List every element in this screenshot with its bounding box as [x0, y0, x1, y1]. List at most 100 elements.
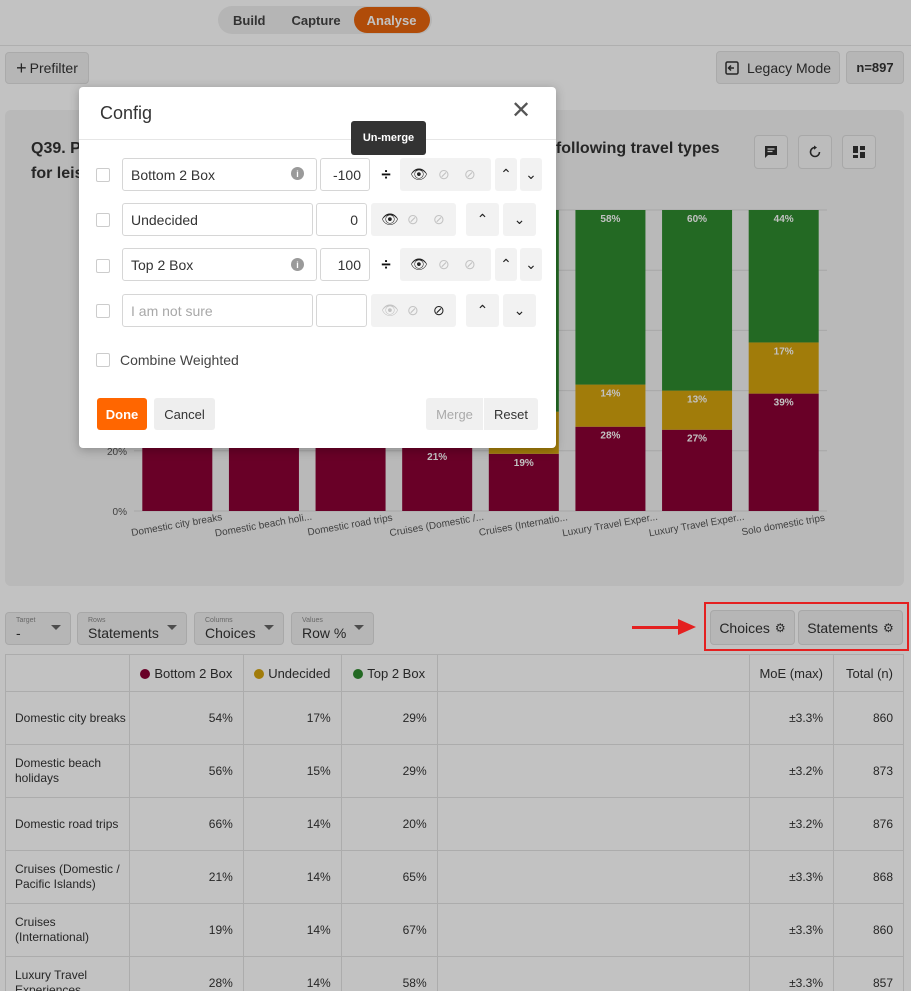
unmerge-icon[interactable]: ÷	[374, 158, 398, 191]
choice-value-input[interactable]	[316, 294, 367, 327]
modal-divider	[79, 139, 556, 140]
chevron-down-icon	[354, 625, 364, 630]
choice-label-input[interactable]: Top 2 Box	[122, 248, 317, 281]
cell-bottom2: 56%	[128, 744, 244, 798]
row-checkbox[interactable]	[96, 259, 110, 273]
annotation-arrow	[632, 626, 680, 629]
top-bar: Build Capture Analyse	[0, 0, 911, 46]
cell-spacer	[436, 744, 751, 798]
move-down-button[interactable]: ⌄	[520, 158, 542, 191]
cell-undecided: 14%	[242, 797, 342, 851]
tab-build[interactable]: Build	[220, 7, 279, 33]
info-icon[interactable]: i	[291, 258, 304, 271]
eye-icon[interactable]: 👁	[410, 256, 428, 272]
prefilter-button[interactable]: + Prefilter	[5, 52, 89, 84]
target-dropdown[interactable]: Target -	[5, 612, 71, 645]
eye-off-icon[interactable]: ⊘	[438, 256, 450, 272]
cell-bottom2: 21%	[128, 850, 244, 904]
done-button[interactable]: Done	[97, 398, 147, 430]
cell-top2: 58%	[340, 956, 438, 991]
block-icon[interactable]: ⊘	[433, 211, 445, 227]
cell-moe: ±3.2%	[749, 744, 835, 798]
column-header-moe[interactable]: MoE (max)	[749, 654, 835, 692]
cell-bottom2: 19%	[128, 903, 244, 957]
cell-undecided: 15%	[242, 744, 342, 798]
column-header-undecided[interactable]: Undecided	[242, 654, 342, 692]
cancel-button[interactable]: Cancel	[154, 398, 215, 430]
move-down-button[interactable]: ⌄	[503, 294, 536, 327]
column-header-spacer	[436, 654, 751, 692]
move-down-button[interactable]: ⌄	[503, 203, 536, 236]
row-checkbox[interactable]	[96, 168, 110, 182]
target-dropdown-value: -	[16, 625, 21, 641]
chevron-up-icon: ⌃	[500, 166, 512, 182]
bar-segment	[748, 210, 819, 343]
combine-weighted-checkbox[interactable]	[96, 353, 110, 367]
chevron-up-icon: ⌃	[476, 302, 489, 318]
cell-spacer	[436, 691, 751, 745]
x-tick-label: Cruises (Internatio...	[478, 512, 569, 538]
unmerge-icon[interactable]: ÷	[374, 248, 398, 281]
block-icon[interactable]: ⊘	[464, 256, 476, 272]
data-label: 58%	[600, 214, 620, 225]
visibility-tools: 👁 ⊘ ⊘	[371, 294, 456, 327]
cell-spacer	[436, 956, 751, 991]
bar-segment	[575, 210, 646, 385]
choice-label-input[interactable]: Undecided	[122, 203, 313, 236]
row-label-header	[5, 654, 130, 692]
column-header-top2[interactable]: Top 2 Box	[340, 654, 438, 692]
eye-icon[interactable]: 👁	[381, 211, 399, 227]
choice-label-input[interactable]: I am not sure	[122, 294, 313, 327]
rows-dropdown[interactable]: Rows Statements	[77, 612, 187, 645]
column-header-total[interactable]: Total (n)	[833, 654, 904, 692]
cell-undecided: 14%	[242, 903, 342, 957]
info-icon[interactable]: i	[291, 167, 304, 180]
tab-capture[interactable]: Capture	[279, 7, 354, 33]
combine-weighted-label: Combine Weighted	[120, 352, 239, 368]
eye-off-icon[interactable]: ⊘	[438, 166, 450, 182]
visibility-tools: 👁 ⊘ ⊘	[400, 248, 491, 281]
eye-icon[interactable]: 👁	[410, 166, 428, 182]
reset-button[interactable]: Reset	[484, 398, 538, 430]
tab-analyse[interactable]: Analyse	[353, 7, 430, 33]
data-label: 27%	[687, 434, 707, 445]
eye-off-icon[interactable]: ⊘	[407, 302, 419, 318]
data-label: 39%	[774, 398, 794, 409]
chevron-down-icon: ⌄	[525, 256, 537, 272]
move-down-button[interactable]: ⌄	[520, 248, 542, 281]
data-label: 14%	[600, 389, 620, 400]
block-icon[interactable]: ⊘	[433, 302, 445, 318]
choice-value-input[interactable]: 100	[320, 248, 370, 281]
x-tick-label: Luxury Travel Exper...	[561, 512, 658, 540]
cell-moe: ±3.3%	[749, 691, 835, 745]
columns-dropdown-value: Choices	[205, 625, 256, 641]
chevron-down-icon	[51, 625, 61, 630]
move-up-button[interactable]: ⌃	[495, 248, 517, 281]
x-tick-label: Cruises (Domestic /...	[389, 512, 485, 539]
bottom2-dot-icon	[140, 668, 151, 679]
block-icon[interactable]: ⊘	[464, 166, 476, 182]
merge-button[interactable]: Merge	[426, 398, 483, 430]
choice-value-input[interactable]: 0	[316, 203, 367, 236]
columns-dropdown[interactable]: Columns Choices	[194, 612, 284, 645]
close-icon[interactable]: ✕	[511, 99, 531, 123]
move-up-button[interactable]: ⌃	[495, 158, 517, 191]
eye-icon[interactable]: 👁	[381, 302, 399, 318]
legacy-mode-button[interactable]: Legacy Mode	[716, 51, 840, 84]
choice-value-input[interactable]: -100	[320, 158, 370, 191]
data-label: 17%	[774, 346, 794, 357]
eye-off-icon[interactable]: ⊘	[407, 211, 419, 227]
row-checkbox[interactable]	[96, 213, 110, 227]
choice-label-input[interactable]: Bottom 2 Box	[122, 158, 317, 191]
row-label: Luxury Travel Experiences	[5, 956, 130, 991]
move-up-button[interactable]: ⌃	[466, 294, 499, 327]
target-dropdown-caption: Target	[16, 617, 36, 624]
row-checkbox[interactable]	[96, 304, 110, 318]
move-up-button[interactable]: ⌃	[466, 203, 499, 236]
values-dropdown-caption: Values	[302, 617, 323, 624]
column-header-bottom2[interactable]: Bottom 2 Box	[128, 654, 244, 692]
values-dropdown[interactable]: Values Row %	[291, 612, 374, 645]
x-tick-label: Domestic beach holi...	[214, 512, 313, 540]
modal-title: Config	[100, 103, 153, 123]
chevron-down-icon: ⌄	[513, 302, 526, 318]
